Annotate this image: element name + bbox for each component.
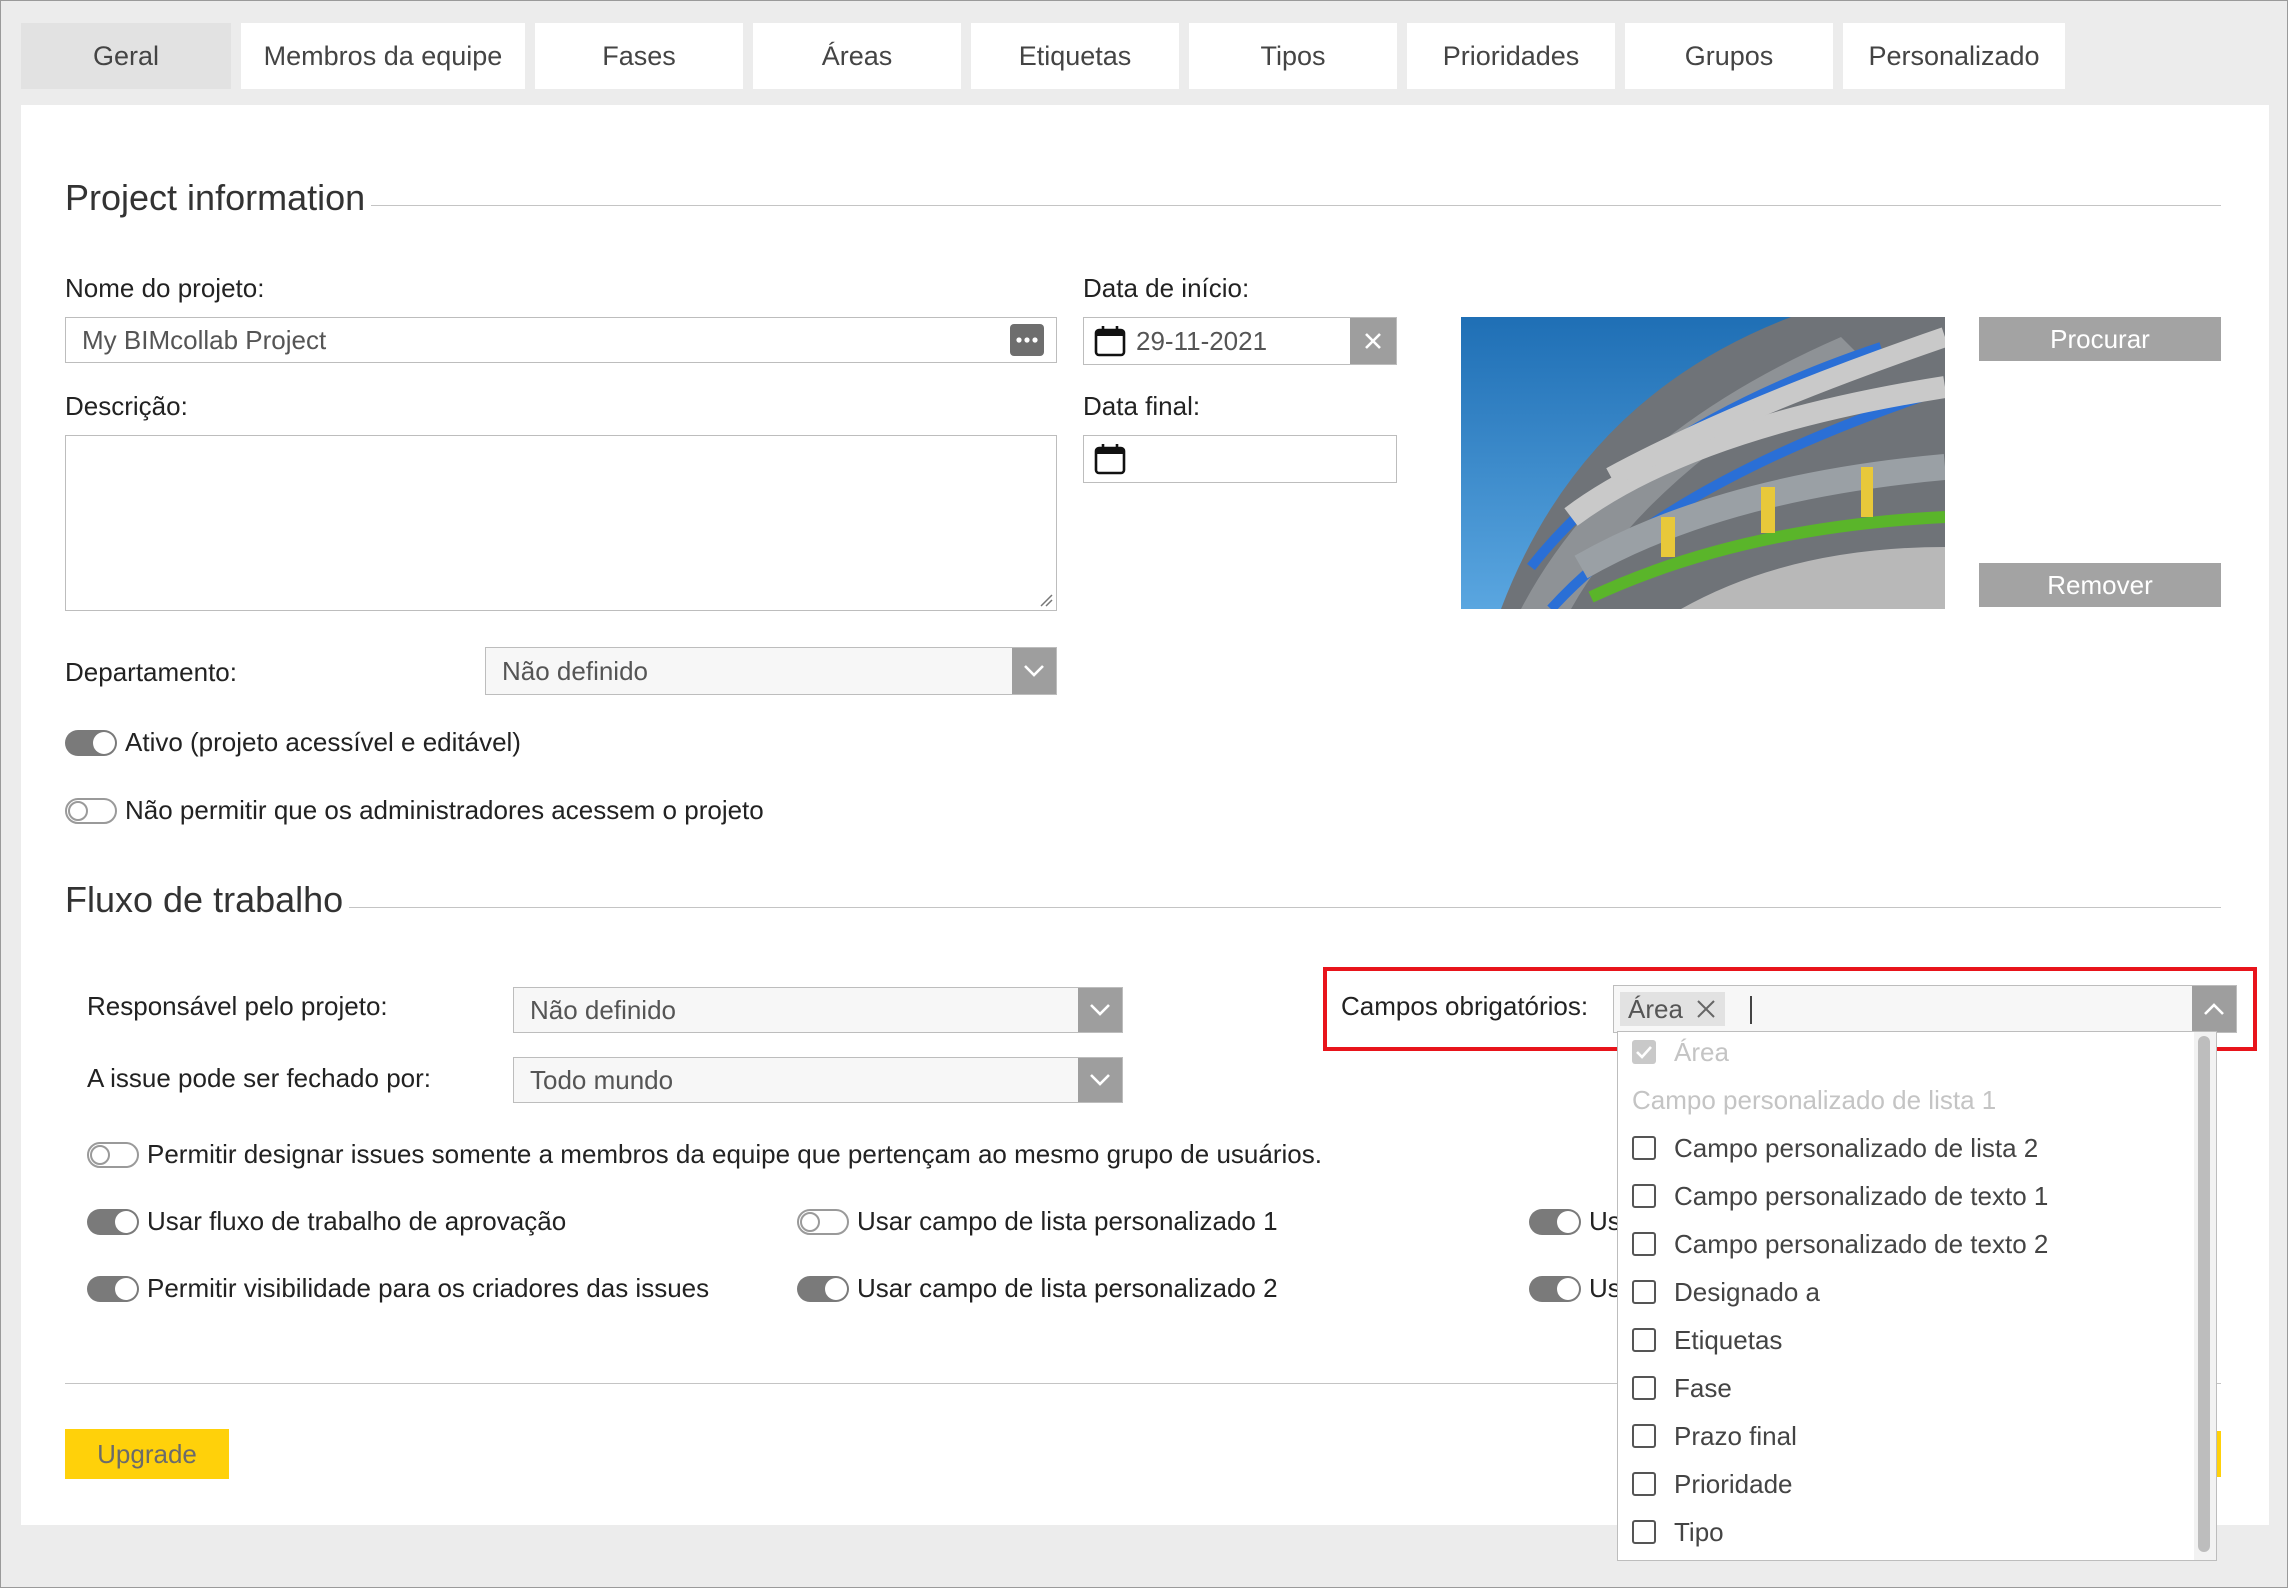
no-admin-access-toggle[interactable] bbox=[65, 798, 117, 824]
project-name-value: My BIMcollab Project bbox=[82, 324, 327, 355]
project-image bbox=[1461, 317, 1945, 609]
list-item: Área bbox=[1618, 1032, 2194, 1076]
tab-tipos[interactable]: Tipos bbox=[1189, 23, 1397, 89]
no-admin-access-toggle-label: Não permitir que os administradores aces… bbox=[125, 795, 764, 825]
active-toggle[interactable] bbox=[65, 730, 117, 756]
department-value: Não definido bbox=[502, 655, 648, 686]
custom-list-1-toggle[interactable] bbox=[797, 1209, 849, 1235]
list-item[interactable]: Designado a bbox=[1618, 1268, 2194, 1316]
tab-grupos[interactable]: Grupos bbox=[1625, 23, 1833, 89]
tab-fases[interactable]: Fases bbox=[535, 23, 743, 89]
custom-list-2-toggle[interactable] bbox=[797, 1276, 849, 1302]
checkbox-icon[interactable] bbox=[1632, 1328, 1656, 1352]
list-item[interactable]: Etiquetas bbox=[1618, 1316, 2194, 1364]
checkbox-icon[interactable] bbox=[1632, 1280, 1656, 1304]
start-date-value: 29-11-2021 bbox=[1136, 325, 1268, 356]
tab-personalizado[interactable]: Personalizado bbox=[1843, 23, 2065, 89]
end-date-label: Data final: bbox=[1083, 391, 1201, 421]
start-date-input[interactable]: 29-11-2021 bbox=[1083, 317, 1397, 365]
tab-etiquetas[interactable]: Etiquetas bbox=[971, 23, 1179, 89]
checkbox-icon[interactable] bbox=[1632, 1376, 1656, 1400]
calendar-icon[interactable] bbox=[1084, 442, 1136, 476]
section-divider bbox=[371, 205, 2221, 206]
responsible-value: Não definido bbox=[530, 994, 676, 1025]
checkbox-icon[interactable] bbox=[1632, 1520, 1656, 1544]
list-item[interactable]: Tipo bbox=[1618, 1508, 2194, 1556]
remove-button[interactable]: Remover bbox=[1979, 563, 2221, 607]
checkbox-icon[interactable] bbox=[1632, 1472, 1656, 1496]
checkbox-icon[interactable] bbox=[1632, 1232, 1656, 1256]
calendar-icon[interactable] bbox=[1084, 324, 1136, 358]
chevron-down-icon[interactable] bbox=[1012, 648, 1056, 694]
responsible-label: Responsável pelo projeto: bbox=[87, 991, 388, 1021]
description-label: Descrição: bbox=[65, 391, 188, 421]
scrollbar-thumb[interactable] bbox=[2198, 1036, 2210, 1552]
start-date-label: Data de início: bbox=[1083, 273, 1250, 303]
clipped-toggle-1-label: Us bbox=[1589, 1206, 1621, 1236]
checkbox-icon[interactable] bbox=[1632, 1184, 1656, 1208]
custom-list-2-toggle-label: Usar campo de lista personalizado 2 bbox=[857, 1273, 1278, 1303]
approval-workflow-toggle-label: Usar fluxo de trabalho de aprovação bbox=[147, 1206, 567, 1236]
list-item[interactable]: Prazo final bbox=[1618, 1412, 2194, 1460]
browse-button[interactable]: Procurar bbox=[1979, 317, 2221, 361]
section-title-workflow: Fluxo de trabalho bbox=[65, 879, 344, 920]
closable-by-value: Todo mundo bbox=[530, 1064, 674, 1095]
more-dots-icon[interactable] bbox=[1010, 324, 1044, 356]
section-title-project-information: Project information bbox=[65, 177, 366, 218]
checkbox-icon[interactable] bbox=[1632, 1424, 1656, 1448]
list-item[interactable]: Prioridade bbox=[1618, 1460, 2194, 1508]
closable-by-select[interactable]: Todo mundo bbox=[513, 1057, 1123, 1103]
upgrade-button[interactable]: Upgrade bbox=[65, 1429, 229, 1479]
project-name-label: Nome do projeto: bbox=[65, 273, 265, 303]
checkbox-checked-icon bbox=[1632, 1040, 1656, 1064]
end-date-input[interactable] bbox=[1083, 435, 1397, 483]
tab-areas[interactable]: Áreas bbox=[753, 23, 961, 89]
clipped-toggle-2[interactable] bbox=[1529, 1276, 1581, 1302]
list-item[interactable]: Fase bbox=[1618, 1364, 2194, 1412]
clear-x-icon[interactable] bbox=[1350, 318, 1396, 364]
closable-by-label: A issue pode ser fechado por: bbox=[87, 1063, 432, 1093]
assign-same-group-toggle[interactable] bbox=[87, 1142, 139, 1168]
project-name-input[interactable]: My BIMcollab Project bbox=[65, 317, 1057, 363]
required-fields-dropdown[interactable]: Área Campo personalizado de lista 1 Camp… bbox=[1617, 1031, 2217, 1561]
tab-geral[interactable]: Geral bbox=[21, 23, 231, 89]
chevron-down-icon[interactable] bbox=[1078, 988, 1122, 1032]
checkbox-icon[interactable] bbox=[1632, 1136, 1656, 1160]
list-item[interactable]: Campo personalizado de lista 2 bbox=[1618, 1124, 2194, 1172]
resize-handle-icon[interactable] bbox=[1039, 593, 1053, 607]
list-item[interactable]: Campo personalizado de texto 2 bbox=[1618, 1220, 2194, 1268]
responsible-select[interactable]: Não definido bbox=[513, 987, 1123, 1033]
list-item: Campo personalizado de lista 1 bbox=[1632, 1084, 1997, 1115]
department-label: Departamento: bbox=[65, 657, 237, 687]
approval-workflow-toggle[interactable] bbox=[87, 1209, 139, 1235]
description-textarea[interactable] bbox=[65, 435, 1057, 611]
scrollbar-track[interactable] bbox=[2194, 1032, 2216, 1560]
section-divider bbox=[349, 907, 2221, 908]
clipped-toggle-1[interactable] bbox=[1529, 1209, 1581, 1235]
department-select[interactable]: Não definido bbox=[485, 647, 1057, 695]
issue-visibility-toggle[interactable] bbox=[87, 1276, 139, 1302]
clipped-toggle-2-label: Us bbox=[1589, 1273, 1621, 1303]
chevron-down-icon[interactable] bbox=[1078, 1058, 1122, 1102]
window-frame: Geral Membros da equipe Fases Áreas Etiq… bbox=[0, 0, 2288, 1588]
list-item[interactable]: Campo personalizado de texto 1 bbox=[1618, 1172, 2194, 1220]
tab-prioridades[interactable]: Prioridades bbox=[1407, 23, 1615, 89]
assign-same-group-toggle-label: Permitir designar issues somente a membr… bbox=[147, 1139, 1322, 1169]
tab-membros-da-equipe[interactable]: Membros da equipe bbox=[241, 23, 525, 89]
issue-visibility-toggle-label: Permitir visibilidade para os criadores … bbox=[147, 1273, 710, 1303]
custom-list-1-toggle-label: Usar campo de lista personalizado 1 bbox=[857, 1206, 1278, 1236]
active-toggle-label: Ativo (projeto acessível e editável) bbox=[125, 727, 521, 757]
